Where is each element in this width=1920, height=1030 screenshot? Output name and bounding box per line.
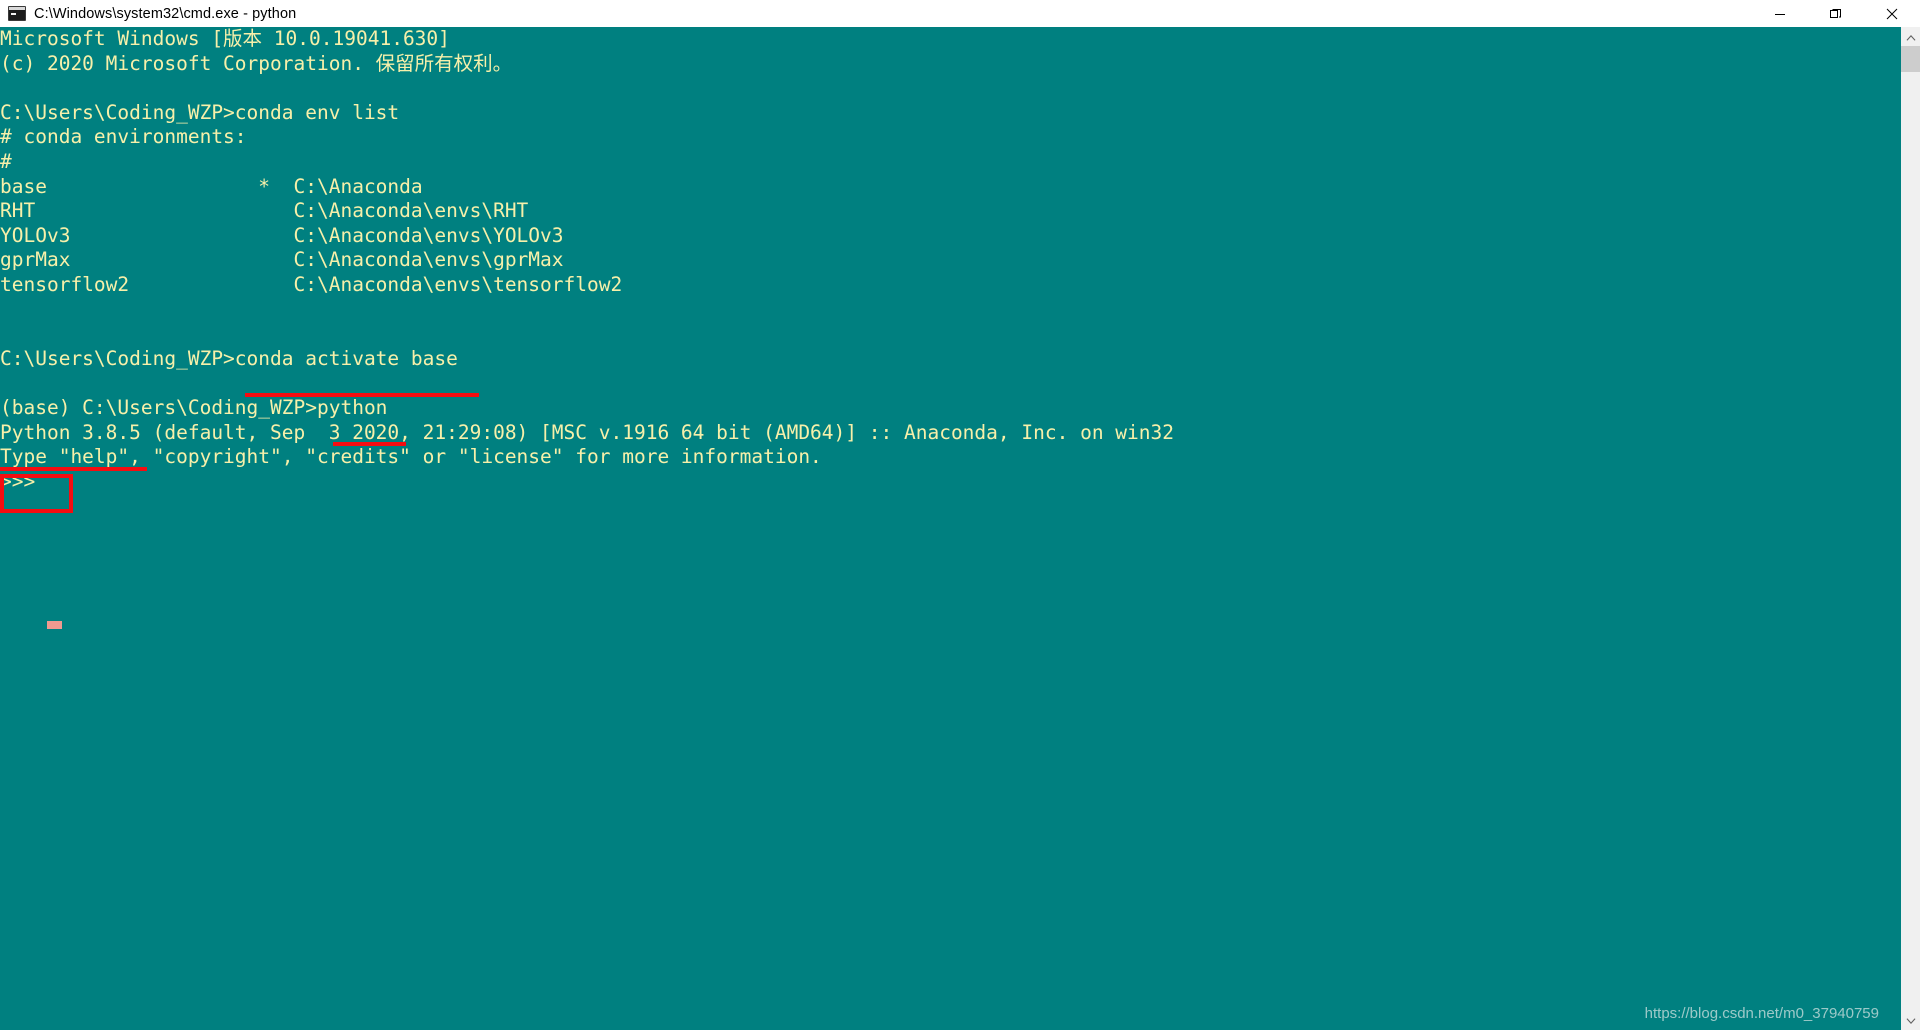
cmd-window: C:\Windows\system32\cmd.exe - python Mic… — [0, 0, 1920, 1030]
terminal-line: Python 3.8.5 (default, Sep 3 2020, 21:29… — [0, 420, 1174, 444]
watermark: https://blog.csdn.net/m0_37940759 — [1644, 1005, 1879, 1022]
chevron-down-icon — [1906, 1012, 1916, 1030]
block-cursor — [47, 621, 62, 629]
close-button[interactable] — [1864, 0, 1920, 27]
chevron-up-icon — [1906, 28, 1916, 46]
annotation-underline — [333, 442, 406, 446]
terminal-line: # — [0, 149, 12, 173]
scroll-up-button[interactable] — [1901, 27, 1920, 46]
terminal-line: gprMax C:\Anaconda\envs\gprMax — [0, 248, 564, 272]
terminal-line: RHT C:\Anaconda\envs\RHT — [0, 199, 529, 223]
terminal-line: Type "help", "copyright", "credits" or "… — [0, 445, 822, 469]
window-controls — [1752, 0, 1920, 27]
console-window-icon — [8, 5, 26, 23]
terminal-line: (c) 2020 Microsoft Corporation. 保留所有权利。 — [0, 51, 513, 75]
minimize-icon — [1774, 8, 1786, 20]
annotation-underline — [0, 467, 147, 471]
terminal-line: >>> — [0, 469, 47, 493]
restore-icon — [1830, 8, 1842, 20]
annotation-box — [0, 474, 73, 513]
scroll-down-button[interactable] — [1901, 1011, 1920, 1030]
vertical-scrollbar[interactable] — [1901, 27, 1920, 1030]
terminal-line: (base) C:\Users\Coding_WZP>python — [0, 395, 388, 419]
console-output-area[interactable]: Microsoft Windows [版本 10.0.19041.630] (c)… — [0, 27, 1901, 1030]
annotation-underline — [245, 393, 479, 397]
terminal-text: Microsoft Windows [版本 10.0.19041.630] (c)… — [0, 27, 1901, 494]
title-bar[interactable]: C:\Windows\system32\cmd.exe - python — [0, 0, 1920, 27]
terminal-line: C:\Users\Coding_WZP>conda env list — [0, 100, 400, 124]
terminal-line: Microsoft Windows [版本 10.0.19041.630] — [0, 27, 450, 50]
terminal-line: tensorflow2 C:\Anaconda\envs\tensorflow2 — [0, 272, 623, 296]
window-title: C:\Windows\system32\cmd.exe - python — [34, 5, 297, 22]
scroll-thumb[interactable] — [1901, 46, 1920, 72]
terminal-line: # conda environments: — [0, 125, 247, 149]
maximize-button[interactable] — [1808, 0, 1864, 27]
minimize-button[interactable] — [1752, 0, 1808, 27]
terminal-line: C:\Users\Coding_WZP>conda activate base — [0, 346, 458, 370]
terminal-line: base * C:\Anaconda — [0, 174, 423, 198]
close-icon — [1886, 8, 1898, 20]
terminal-line: YOLOv3 C:\Anaconda\envs\YOLOv3 — [0, 223, 564, 247]
